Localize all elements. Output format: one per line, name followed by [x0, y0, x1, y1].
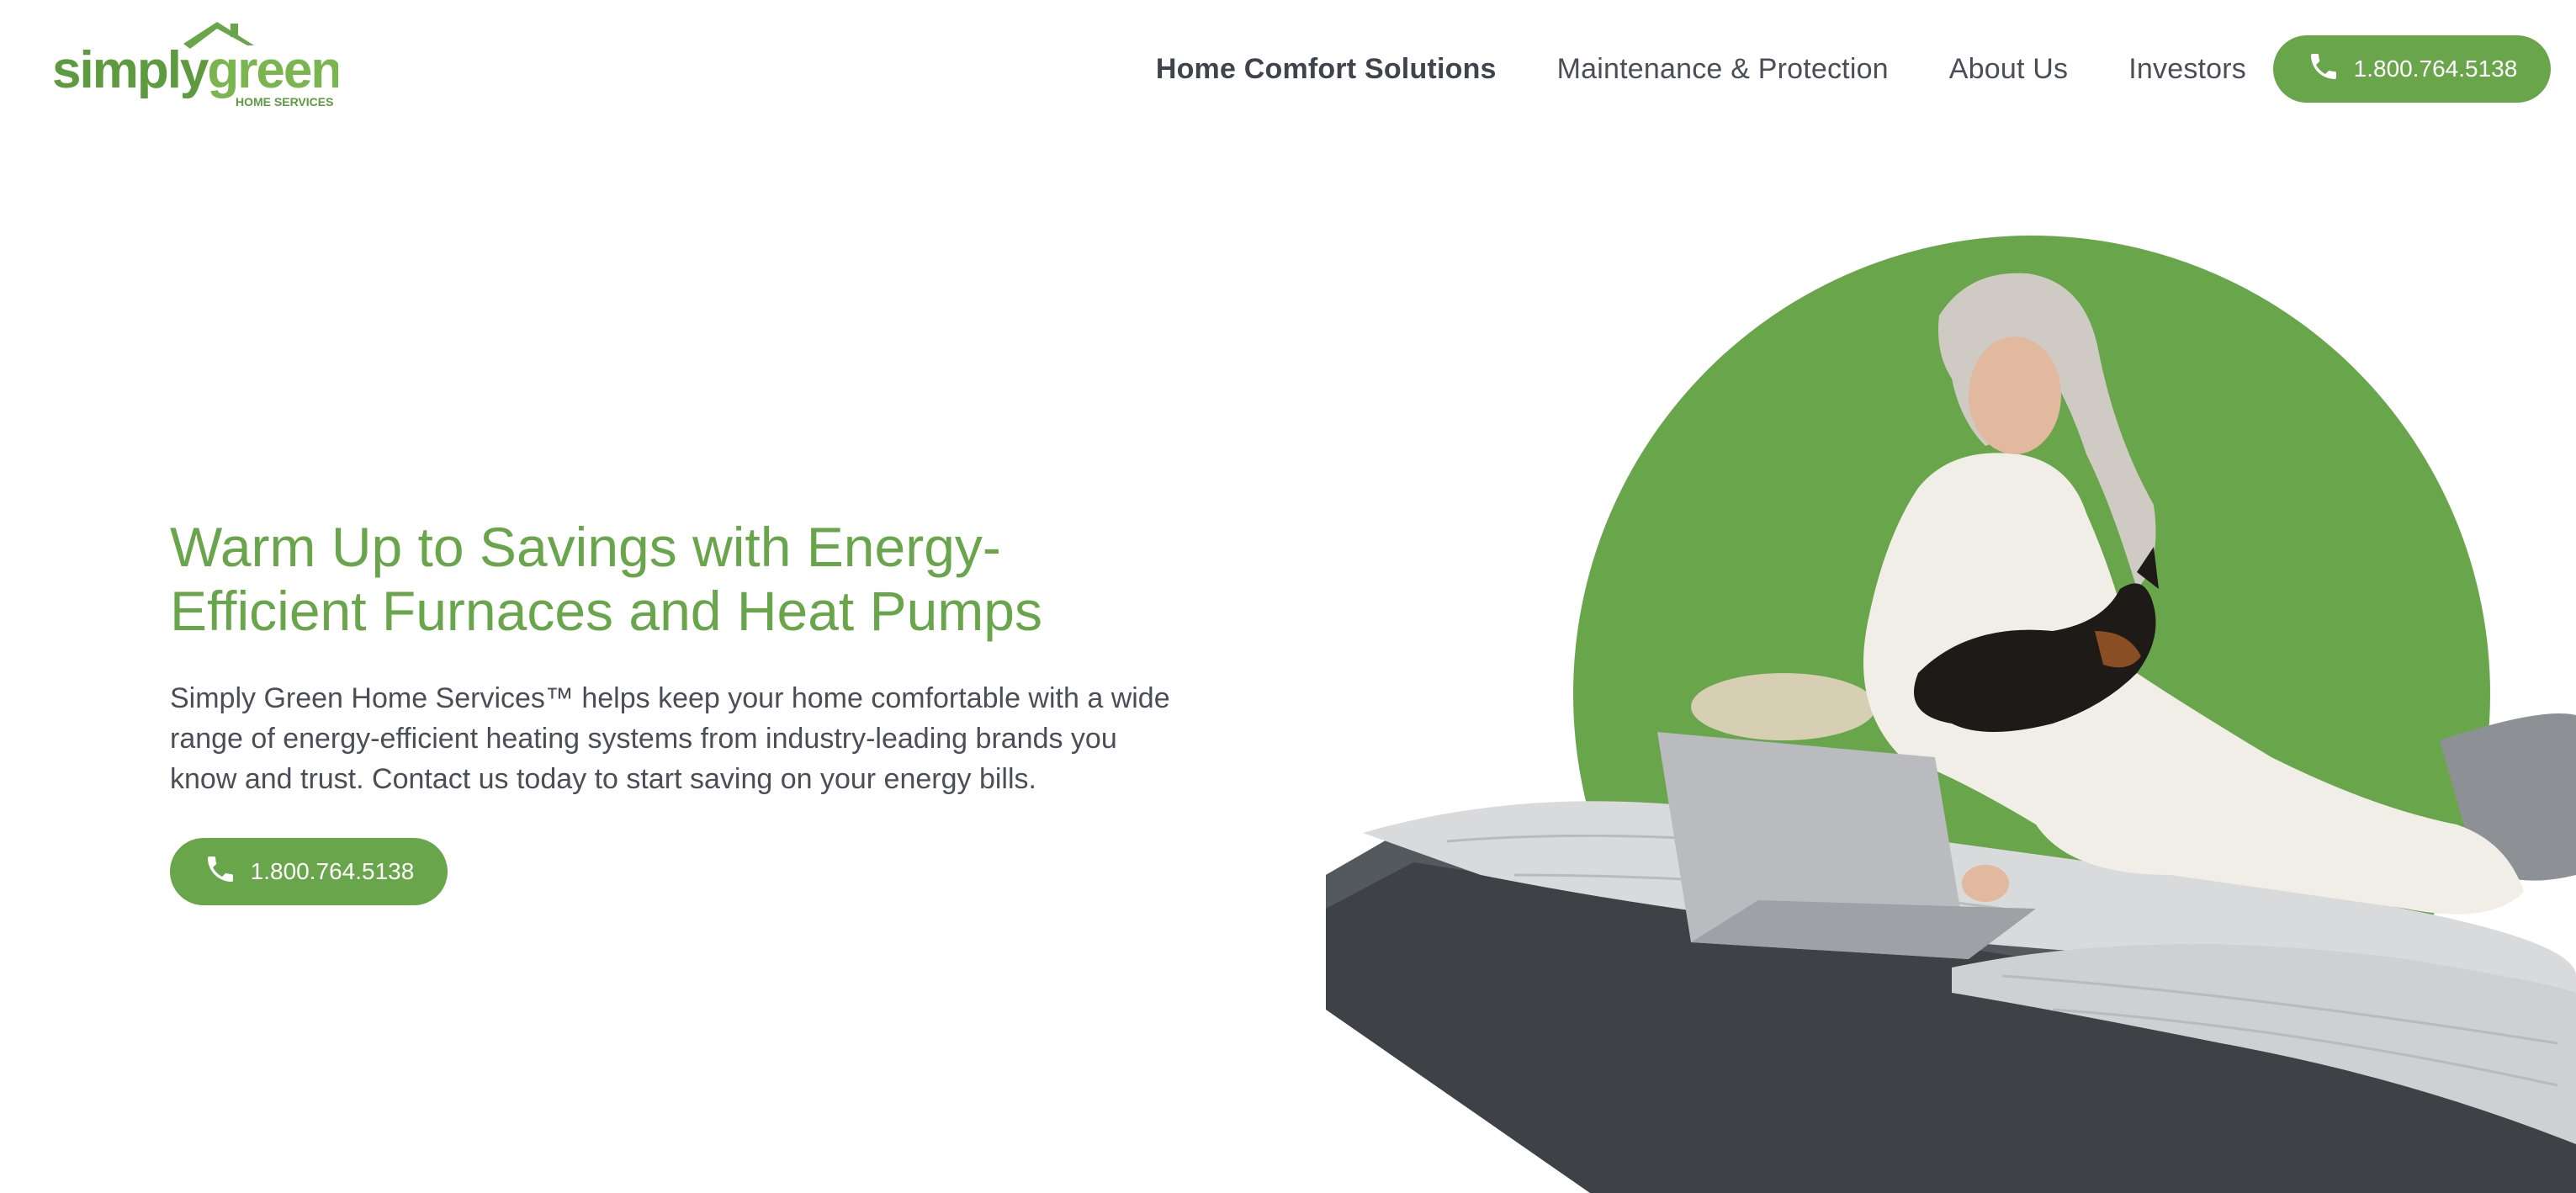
- hero-phone-number: 1.800.764.5138: [250, 858, 415, 884]
- main-nav: Home Comfort Solutions Maintenance & Pro…: [1156, 35, 2551, 103]
- simplygreen-logo[interactable]: simplygreen HOME SERVICES: [52, 20, 338, 111]
- hero-photo-illustration: [1326, 236, 2576, 1193]
- phone-icon: [2307, 50, 2340, 89]
- nav-item-about-us[interactable]: About Us: [1949, 53, 2068, 86]
- site-header: simplygreen HOME SERVICES Home Comfort S…: [0, 0, 2576, 138]
- logo-word-simply: simply: [52, 41, 209, 99]
- phone-icon: [204, 852, 237, 892]
- hero-phone-button[interactable]: 1.800.764.5138: [170, 838, 448, 905]
- nav-item-home-comfort-solutions[interactable]: Home Comfort Solutions: [1156, 53, 1497, 86]
- nav-item-maintenance-protection[interactable]: Maintenance & Protection: [1557, 53, 1889, 86]
- logo-word-green: green: [207, 41, 338, 99]
- hero-title: Warm Up to Savings with Energy- Efficien…: [170, 515, 1264, 643]
- hero-description: Simply Green Home Services™ helps keep y…: [170, 678, 1264, 799]
- header-phone-button[interactable]: 1.800.764.5138: [2273, 35, 2551, 103]
- hero-title-line-1: Warm Up to Savings with Energy-: [170, 516, 1001, 578]
- nav-item-investors[interactable]: Investors: [2128, 53, 2246, 86]
- hero-photo: [1312, 236, 2576, 1193]
- svg-text:simplygreen: simplygreen: [52, 41, 338, 99]
- logo-graphic: simplygreen HOME SERVICES: [52, 22, 338, 109]
- hero-description-line-3: know and trust. Contact us today to star…: [170, 763, 1036, 795]
- logo-subtitle: HOME SERVICES: [236, 95, 333, 109]
- hero-title-line-2: Efficient Furnaces and Heat Pumps: [170, 580, 1042, 642]
- hero-description-line-1: Simply Green Home Services™ helps keep y…: [170, 682, 1170, 714]
- header-phone-number: 1.800.764.5138: [2353, 56, 2518, 82]
- hero-description-line-2: range of energy-efficient heating system…: [170, 723, 1117, 755]
